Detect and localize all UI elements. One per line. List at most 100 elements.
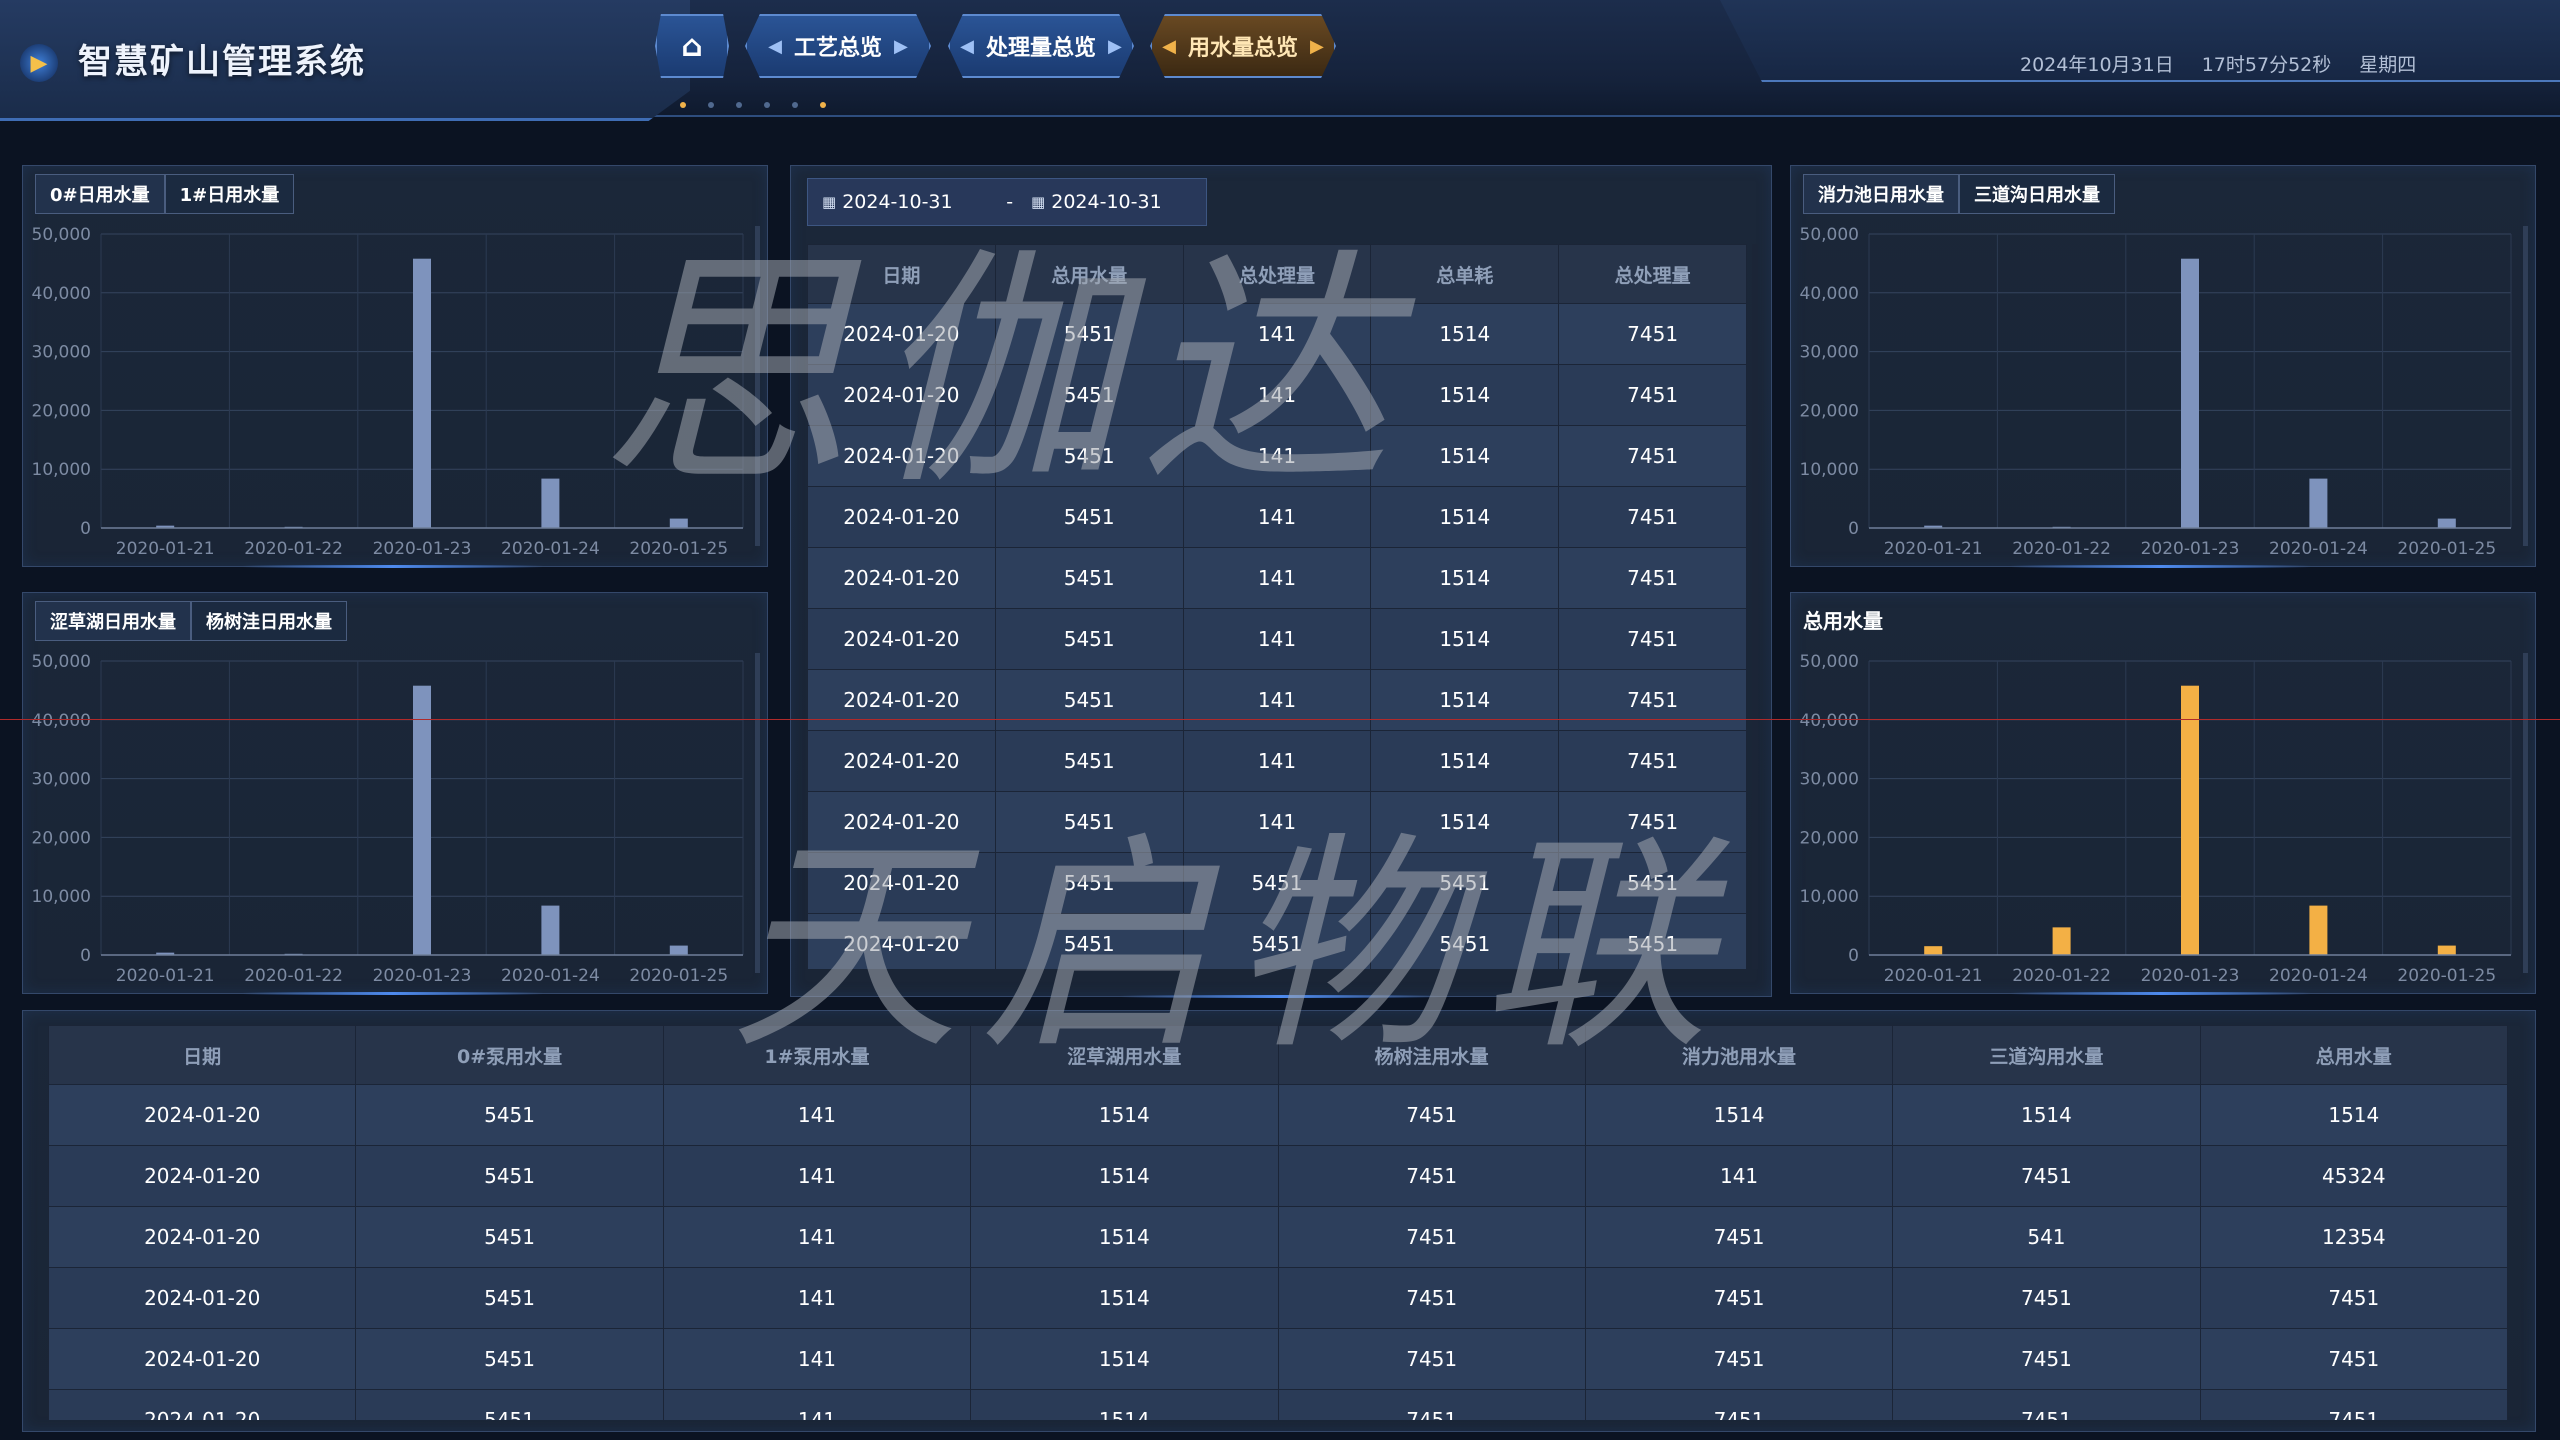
y-tick-label: 0	[80, 519, 91, 539]
table-cell: 7451	[1277, 1206, 1586, 1268]
datetime-display: 2024年10月31日 17时57分52秒 星期四	[2020, 50, 2416, 77]
table-cell: 5451	[994, 608, 1184, 670]
table-cell: 2024-01-20	[48, 1328, 357, 1390]
table-row[interactable]: 2024-01-20 5451 5451 5451 5451	[807, 913, 1747, 969]
table-cell: 7451	[2199, 1328, 2508, 1390]
table-cell: 2024-01-20	[48, 1206, 357, 1268]
panel-lake-daily-water: 涩草湖日用水量 杨树洼日用水量 0 10,000 20,000 30,000 40,00…	[22, 592, 768, 995]
table-cell: 7451	[1584, 1267, 1894, 1329]
col-header: 0#泵用水量	[355, 1025, 664, 1085]
table-cell: 1514	[1370, 730, 1560, 792]
y-tick-label: 20,000	[1800, 401, 1859, 421]
table-cell: 5451	[1370, 913, 1560, 969]
table-cell: 5451	[355, 1389, 664, 1420]
table-row[interactable]: 2024-01-20 5451 5451 5451 5451	[807, 852, 1747, 914]
table-cell: 1514	[1892, 1084, 2201, 1146]
table-row[interactable]: 2024-01-20 5451 141 1514 7451	[807, 791, 1747, 853]
chevron-left-icon: ◀	[960, 35, 974, 57]
table-cell: 7451	[1558, 730, 1747, 792]
col-header: 总用水量	[994, 244, 1184, 304]
logo-play-icon: ▶	[20, 44, 58, 82]
table-cell: 5451	[994, 547, 1184, 609]
center-table-scroll[interactable]: 日期 总用水量 总处理量 总单耗 总处理量 2024-01-20 5451 141 1…	[807, 244, 1747, 969]
center-table-scrollbar[interactable]	[1752, 244, 1758, 969]
table-cell: 1514	[970, 1084, 1279, 1146]
bar	[669, 945, 688, 955]
app-title: 智慧矿山管理系统	[78, 42, 366, 82]
table-cell: 2024-01-20	[48, 1084, 357, 1146]
table-row[interactable]: 2024-01-20 5451 141 1514 7451 7451 7451 7451	[48, 1389, 2508, 1420]
table-cell: 2024-01-20	[807, 303, 996, 365]
table-row[interactable]: 2024-01-20 5451 141 1514 7451	[807, 364, 1747, 426]
table-row[interactable]: 2024-01-20 5451 141 1514 7451	[807, 608, 1747, 670]
table-cell: 1514	[1370, 425, 1560, 487]
table-cell: 7451	[1277, 1267, 1586, 1329]
col-header: 杨树洼用水量	[1277, 1025, 1586, 1085]
y-tick-label: 40,000	[1800, 711, 1859, 731]
table-row[interactable]: 2024-01-20 5451 141 1514 7451	[807, 303, 1747, 365]
x-tick-label: 2020-01-22	[244, 966, 343, 986]
nav-label: 处理量总览	[985, 36, 1096, 61]
y-tick-label: 30,000	[1800, 770, 1859, 790]
chevron-left-icon: ◀	[768, 35, 782, 57]
bar-chart-basin-water: 0 10,000 20,000 30,000 40,000 50,000 2020-01-2…	[1800, 225, 2528, 559]
nav-water-overview[interactable]: ◀ 用水量总览 ▶	[1150, 14, 1336, 78]
table-cell: 5451	[1370, 852, 1560, 914]
x-tick-label: 2020-01-25	[629, 966, 728, 986]
table-cell: 5451	[1558, 852, 1747, 914]
x-tick-label: 2020-01-25	[2397, 966, 2496, 986]
table-cell: 5451	[1182, 852, 1372, 914]
table-row[interactable]: 2024-01-20 5451 141 1514 7451	[807, 669, 1747, 731]
table-cell: 1514	[1370, 303, 1560, 365]
table-row[interactable]: 2024-01-20 5451 141 1514 7451 141 7451 45324	[48, 1145, 2508, 1207]
table-cell: 7451	[1558, 547, 1747, 609]
date-range-picker[interactable]: ▦ 2024-10-31 - ▦ 2024-10-31	[807, 178, 1207, 226]
x-tick-label: 2020-01-21	[116, 539, 215, 559]
date-end[interactable]: 2024-10-31	[1051, 191, 1161, 213]
table-cell: 45324	[2199, 1145, 2508, 1207]
bar	[2052, 927, 2071, 955]
col-header: 1#泵用水量	[662, 1025, 972, 1085]
table-row[interactable]: 2024-01-20 5451 141 1514 7451 7451 7451 7451	[48, 1328, 2508, 1390]
home-button[interactable]: ⌂	[655, 14, 729, 78]
y-tick-label: 40,000	[32, 284, 91, 304]
y-tick-label: 20,000	[32, 828, 91, 848]
table-row[interactable]: 2024-01-20 5451 141 1514 7451 1514 1514 1514	[48, 1084, 2508, 1146]
table-row[interactable]: 2024-01-20 5451 141 1514 7451	[807, 547, 1747, 609]
bar	[669, 518, 688, 528]
table-cell: 7451	[2199, 1389, 2508, 1420]
panel-basin-daily-water: 消力池日用水量 三道沟日用水量 0 10,000 20,000 30,000 40,00…	[1790, 165, 2536, 568]
table-cell: 7451	[1558, 669, 1747, 731]
chart-scrollbar	[755, 226, 760, 546]
nav-process-overview[interactable]: ◀ 工艺总览 ▶	[745, 14, 931, 78]
date-start[interactable]: 2024-10-31	[842, 191, 992, 213]
table-cell: 7451	[1277, 1084, 1586, 1146]
table-row[interactable]: 2024-01-20 5451 141 1514 7451 7451 7451 7451	[48, 1267, 2508, 1329]
table-cell: 2024-01-20	[48, 1267, 357, 1329]
table-row[interactable]: 2024-01-20 5451 141 1514 7451 7451 541 12354	[48, 1206, 2508, 1268]
table-cell: 141	[1182, 730, 1372, 792]
y-tick-label: 50,000	[1800, 652, 1859, 672]
table-cell: 7451	[1558, 486, 1747, 548]
table-cell: 5451	[994, 730, 1184, 792]
bottom-table-scroll[interactable]: 日期 0#泵用水量 1#泵用水量 涩草湖用水量 杨树洼用水量 消力池用水量 三道…	[48, 1025, 2508, 1420]
table-cell: 1514	[970, 1145, 1279, 1207]
table-cell: 7451	[1584, 1389, 1894, 1420]
nav-throughput-overview[interactable]: ◀ 处理量总览 ▶	[948, 14, 1134, 78]
table-cell: 541	[1892, 1206, 2201, 1268]
table-cell: 7451	[1558, 364, 1747, 426]
table-cell: 1514	[970, 1267, 1279, 1329]
table-row[interactable]: 2024-01-20 5451 141 1514 7451	[807, 425, 1747, 487]
bar	[541, 478, 560, 528]
table-row[interactable]: 2024-01-20 5451 141 1514 7451	[807, 730, 1747, 792]
table-cell: 5451	[1182, 913, 1372, 969]
y-tick-label: 20,000	[32, 401, 91, 421]
col-header: 总用水量	[2199, 1025, 2508, 1085]
x-tick-label: 2020-01-24	[2269, 539, 2368, 559]
table-row[interactable]: 2024-01-20 5451 141 1514 7451	[807, 486, 1747, 548]
current-weekday: 星期四	[2359, 54, 2417, 76]
table-cell: 7451	[2199, 1267, 2508, 1329]
table-cell: 5451	[994, 425, 1184, 487]
bar	[413, 685, 431, 955]
y-tick-label: 30,000	[32, 770, 91, 790]
